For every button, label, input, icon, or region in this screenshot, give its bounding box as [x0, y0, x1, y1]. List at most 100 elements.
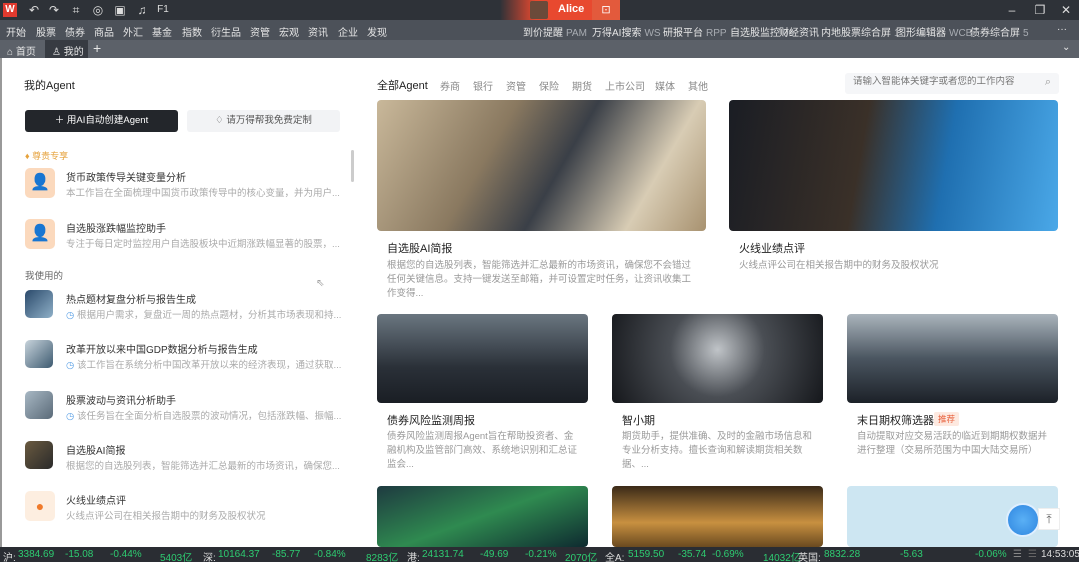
add-tab-button[interactable]: + [93, 40, 101, 57]
create-agent-button[interactable]: ＋ 用AI自动创建Agent [25, 110, 178, 132]
menu-item[interactable]: 衍生品 [211, 24, 241, 39]
agent-desc: 本工作旨在全面梳理中国货币政策传导中的核心变量，并为用户... [66, 188, 340, 199]
agent-title: 股票波动与资讯分析助手 [66, 396, 176, 407]
quick-link[interactable]: 图形编辑器 WCB [896, 24, 972, 39]
index-value[interactable]: 10164.37 [218, 549, 260, 560]
menu-item[interactable]: 发现 [367, 24, 387, 39]
card-desc: 自动提取对应交易活跃的临近到期期权数据并进行整理（交易所范围为中国大陆交易所） [857, 431, 1048, 456]
card-title: 自选股AI简报 [387, 243, 453, 255]
close-icon[interactable]: ✕ [1058, 2, 1074, 18]
scrollbar[interactable] [351, 150, 354, 182]
agent-title: 自选股涨跌幅监控助手 [66, 224, 166, 235]
chat-icon[interactable]: ◎ [90, 2, 106, 18]
index-change: -49.69 [480, 549, 509, 560]
index-value[interactable]: 3384.69 [18, 549, 54, 560]
mouse-cursor-icon: ⇖ [316, 278, 325, 289]
used-label: 我使用的 [25, 271, 64, 282]
category-tab-active[interactable]: 全部Agent [377, 77, 428, 93]
crop-icon[interactable]: ⌗ [68, 2, 84, 18]
list-icon[interactable]: ☰ [1013, 549, 1022, 560]
card-image [377, 100, 706, 231]
quick-link-label: 研报平台 [663, 28, 703, 39]
restore-icon[interactable]: ❐ [1032, 2, 1048, 18]
quick-link-label: 内地股票综合屏 [821, 28, 891, 39]
back-to-top-button[interactable]: ⤒ [1038, 508, 1060, 530]
assistant-float-icon[interactable] [1006, 503, 1040, 537]
category-tab[interactable]: 其他 [688, 78, 708, 93]
category-tab[interactable]: 资管 [506, 78, 526, 93]
menu-item[interactable]: 开始 [6, 24, 26, 39]
category-tab[interactable]: 媒体 [655, 78, 675, 93]
quick-link[interactable]: 债券综合屏 5 [970, 24, 1029, 39]
agent-desc: ◷ 根据用户需求，复盘近一周的热点题材，分析其市场表现和持... [66, 307, 341, 321]
quick-link-code: WS [644, 28, 661, 39]
fire-icon: ● [25, 491, 55, 521]
left-panel: 我的Agent ＋ 用AI自动创建Agent ♢ 请万得帮我免费定制 ♦ 尊贵专… [0, 58, 358, 547]
category-tab[interactable]: 保险 [539, 78, 559, 93]
quick-link[interactable]: 研报平台 RPP [663, 24, 727, 39]
screenshot-icon[interactable]: ⊡ [592, 0, 620, 20]
search-input[interactable] [853, 76, 1033, 87]
agent-thumbnail-icon [25, 290, 53, 318]
card-title: 债券风险监测周报 [387, 415, 475, 427]
agent-title: 改革开放以来中国GDP数据分析与报告生成 [66, 345, 258, 356]
index-change: -15.08 [65, 549, 94, 560]
tab-bar: ⌂ 首页 ♙ 我的 + ⌄ [0, 40, 1079, 58]
agent-desc: ◷ 该任务旨在全面分析自选股票的波动情况，包括涨跌幅、振幅... [66, 408, 341, 422]
menu-item[interactable]: 企业 [338, 24, 358, 39]
menu-item[interactable]: 商品 [94, 24, 114, 39]
category-tab[interactable]: 上市公司 [605, 78, 645, 93]
tab-home[interactable]: ⌂ 首页 [0, 40, 44, 58]
user-badge[interactable]: Alice ⊡ [500, 0, 620, 20]
clock-icon: ◷ [66, 360, 77, 371]
search-icon[interactable]: ⌕ [1045, 76, 1051, 89]
menu-item[interactable]: 指数 [182, 24, 202, 39]
screen-icon[interactable]: ▣ [112, 2, 128, 18]
agent-title: 火线业绩点评 [66, 496, 126, 507]
menu-item[interactable]: 外汇 [123, 24, 143, 39]
agent-desc: 火线点评公司在相关报告期中的财务及股权状况 [66, 511, 266, 522]
chevron-down-icon[interactable]: ⌄ [1062, 42, 1070, 53]
index-value[interactable]: 8832.28 [824, 549, 860, 560]
index-pct: -0.06% [975, 549, 1007, 560]
category-tab[interactable]: 券商 [440, 78, 460, 93]
title-bar: W ↶ ↷ ⌗ ◎ ▣ ♫ F1 Alice ⊡ – ❐ ✕ [0, 0, 1079, 20]
agent-title: 货币政策传导关键变量分析 [66, 173, 186, 184]
f1-help-icon[interactable]: F1 [155, 2, 171, 18]
search-box[interactable]: ⌕ [845, 73, 1059, 94]
menu-item[interactable]: 股票 [36, 24, 56, 39]
card-desc: 期货助手，提供准确、及时的金融市场信息和专业分析支持。擅长查询和解读期货相关数据… [622, 431, 813, 470]
menu-item[interactable]: 债券 [65, 24, 85, 39]
index-value[interactable]: 24131.74 [422, 549, 464, 560]
quick-link[interactable]: 到价提醒 PAM [523, 24, 587, 39]
minimize-icon[interactable]: – [1004, 2, 1020, 18]
index-pct: -0.84% [314, 549, 346, 560]
list-alt-icon[interactable]: ☰ [1028, 549, 1037, 560]
quick-link-code: WCB [949, 28, 973, 39]
quick-link[interactable]: 财经资讯 [779, 24, 819, 39]
custom-agent-button[interactable]: ♢ 请万得帮我免费定制 [187, 110, 340, 132]
agent-desc-text: 该任务旨在全面分析自选股票的波动情况，包括涨跌幅、振幅... [76, 411, 342, 422]
agent-desc: ◷ 该工作旨在系统分析中国改革开放以来的经济表现，通过获取... [66, 357, 341, 371]
card-image [377, 314, 588, 403]
redo-icon[interactable]: ↷ [46, 2, 62, 18]
menu-item[interactable]: 资管 [250, 24, 270, 39]
menu-item[interactable]: 宏观 [279, 24, 299, 39]
category-tab[interactable]: 期货 [572, 78, 592, 93]
quick-link[interactable]: 内地股票综合屏 1 [821, 24, 900, 39]
menu-item[interactable]: 资讯 [308, 24, 328, 39]
more-button[interactable]: ··· [1057, 24, 1067, 35]
category-tab[interactable]: 银行 [473, 78, 493, 93]
card-title: 智小期 [622, 415, 655, 427]
menu-item[interactable]: 基金 [152, 24, 172, 39]
index-pct: -0.69% [712, 549, 744, 560]
quick-link-label: 图形编辑器 [896, 28, 946, 39]
tab-mine[interactable]: ♙ 我的 [45, 40, 88, 58]
panel-title: 我的Agent [24, 80, 75, 92]
bell-icon[interactable]: ♫ [134, 2, 150, 18]
index-value[interactable]: 5159.50 [628, 549, 664, 560]
card-desc: 火线点评公司在相关报告期中的财务及股权状况 [739, 260, 939, 271]
undo-icon[interactable]: ↶ [26, 2, 42, 18]
quick-link[interactable]: 万得AI搜索 WS [592, 24, 661, 39]
recommend-badge: 推荐 [934, 412, 960, 426]
